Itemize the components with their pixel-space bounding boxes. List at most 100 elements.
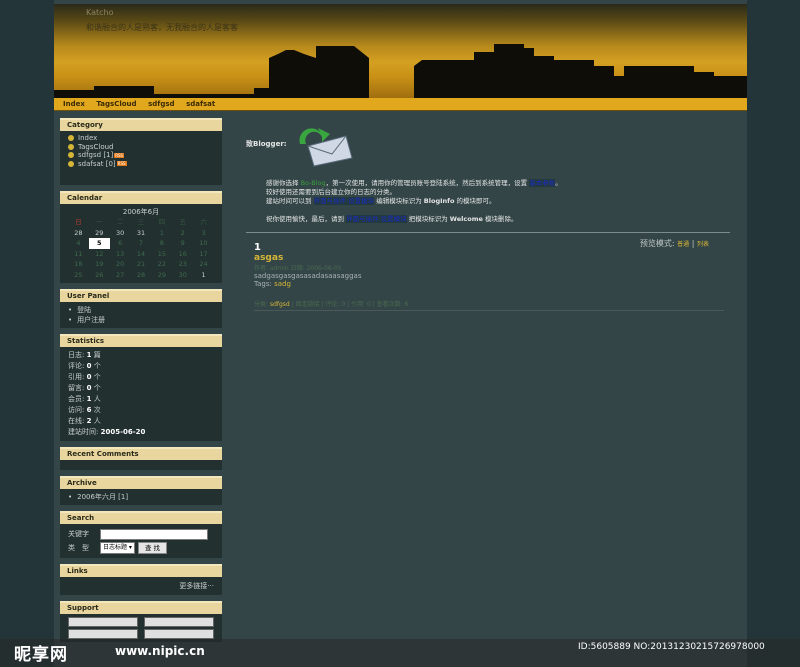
- support-badge[interactable]: [68, 617, 138, 627]
- page: Katcho 和谐融合的人是熟客，无我融合的人是客客 Index TagsClo…: [54, 0, 747, 667]
- nav-item-sdfgsd[interactable]: sdfgsd: [148, 98, 174, 110]
- calendar-day[interactable]: 11: [68, 249, 89, 260]
- category-item[interactable]: sdfgsd [1] RSS: [68, 151, 214, 160]
- category-item[interactable]: sdafsat [0] RSS: [68, 160, 214, 169]
- calendar-day[interactable]: 8: [151, 238, 172, 249]
- calendar-day[interactable]: 16: [172, 249, 193, 260]
- calendar-weekday: 三: [137, 218, 145, 226]
- post-title[interactable]: asgas: [254, 253, 724, 263]
- calendar-day[interactable]: 25: [68, 270, 89, 281]
- support-badge[interactable]: [144, 629, 214, 639]
- login-link[interactable]: 登陆: [68, 305, 214, 315]
- calendar-weekday: 六: [200, 218, 207, 226]
- category-item[interactable]: TagsCloud: [68, 143, 214, 152]
- calendar-weekday: 一: [96, 218, 103, 226]
- welcome-link[interactable]: 界面与插件·设置模块: [313, 197, 375, 205]
- calendar-weekday: 五: [179, 218, 186, 226]
- stat-label: 日志:: [68, 351, 87, 359]
- stat-label: 在线:: [68, 417, 87, 425]
- nav-item-sdafsat[interactable]: sdafsat: [186, 98, 215, 110]
- user-panel-box: User Panel 登陆 用户注册: [60, 289, 222, 328]
- register-link[interactable]: 用户注册: [68, 315, 214, 325]
- calendar-day[interactable]: 30: [172, 270, 193, 281]
- calendar-day[interactable]: 21: [131, 259, 152, 270]
- search-type-select[interactable]: 日志标题 ▾: [100, 542, 135, 554]
- calendar-day[interactable]: 2: [172, 228, 193, 239]
- type-label: 类 型: [68, 544, 89, 552]
- support-badge[interactable]: [144, 617, 214, 627]
- calendar-day[interactable]: 28: [68, 228, 89, 239]
- stat-row: 在线: 2 人: [68, 416, 214, 427]
- calendar-day[interactable]: 29: [151, 270, 172, 281]
- calendar-day[interactable]: 18: [68, 259, 89, 270]
- support-badge[interactable]: [68, 629, 138, 639]
- divider: [254, 310, 724, 311]
- search-button[interactable]: 查 找: [137, 542, 168, 554]
- calendar-day[interactable]: 27: [110, 270, 131, 281]
- links-title: Links: [60, 564, 222, 577]
- calendar-day[interactable]: 23: [172, 259, 193, 270]
- post-tags: Tags: sadg: [254, 280, 291, 288]
- calendar-day[interactable]: 20: [110, 259, 131, 270]
- calendar-box: Calendar 2006年6月 日一二三四五六 28 29 30 31 1 2 3 4 5 6 7 8…: [60, 191, 222, 283]
- calendar-day[interactable]: 9: [172, 238, 193, 249]
- rss-icon[interactable]: RSS: [114, 152, 125, 158]
- calendar-day[interactable]: 22: [151, 259, 172, 270]
- welcome-link[interactable]: 界面与插件·设置模块: [346, 215, 407, 223]
- calendar-day[interactable]: 14: [131, 249, 152, 260]
- welcome-link[interactable]: 基本参数: [529, 179, 556, 187]
- category-box: Category Index TagsCloud sdfgsd [1] RSS s…: [60, 118, 222, 185]
- view-mode-normal[interactable]: 普通: [677, 241, 689, 248]
- nav-item-index[interactable]: Index: [63, 98, 85, 110]
- calendar-day[interactable]: 3: [193, 228, 214, 239]
- calendar-day[interactable]: 29: [89, 228, 110, 239]
- welcome-link[interactable]: Bo-Blog: [301, 179, 326, 187]
- watermark-url: www.nipic.cn: [115, 644, 205, 658]
- site-description: 和谐融合的人是熟客，无我融合的人是客客: [86, 23, 238, 32]
- calendar-day[interactable]: 4: [68, 238, 89, 249]
- calendar-day[interactable]: 17: [193, 249, 214, 260]
- category-item[interactable]: Index: [68, 134, 214, 143]
- nav-item-tagscloud[interactable]: TagsCloud: [96, 98, 136, 110]
- view-mode: 预览模式: 普通 | 列表: [639, 239, 709, 248]
- support-title: Support: [60, 601, 222, 614]
- post-body: sadgasgasgasasadasaasaggas: [254, 272, 362, 280]
- calendar-day[interactable]: 19: [89, 259, 110, 270]
- post-category-link[interactable]: sdfgsd: [270, 301, 290, 308]
- calendar-day[interactable]: 26: [89, 270, 110, 281]
- category-title: Category: [60, 118, 222, 131]
- calendar-day[interactable]: 10: [193, 238, 214, 249]
- folder-icon: [68, 135, 74, 142]
- search-input[interactable]: [100, 528, 208, 540]
- stat-label: 建站时间:: [68, 428, 101, 436]
- calendar-day[interactable]: 1: [151, 228, 172, 239]
- calendar-day[interactable]: 1: [193, 270, 214, 281]
- stat-unit: 人: [91, 417, 101, 425]
- stat-unit: 个: [91, 362, 101, 370]
- site-title[interactable]: Katcho: [86, 8, 114, 17]
- stat-row: 访问: 6 次: [68, 405, 214, 416]
- folder-icon: [68, 160, 74, 167]
- calendar-day[interactable]: 31: [131, 228, 152, 239]
- calendar-day[interactable]: 13: [110, 249, 131, 260]
- view-mode-list[interactable]: 列表: [697, 241, 709, 248]
- calendar-day[interactable]: 7: [131, 238, 152, 249]
- calendar-day[interactable]: 24: [193, 259, 214, 270]
- calendar-day[interactable]: 6: [110, 238, 131, 249]
- city-skyline-image: [54, 44, 747, 98]
- calendar-day[interactable]: 28: [131, 270, 152, 281]
- calendar-grid: 日一二三四五六 28 29 30 31 1 2 3 4 5 6 7 8 9 10 11 12 13 14 15 16 17…: [68, 217, 214, 280]
- calendar-day[interactable]: 5: [88, 238, 110, 249]
- search-title: Search: [60, 511, 222, 524]
- calendar-day[interactable]: 12: [89, 249, 110, 260]
- welcome-line: [266, 206, 726, 215]
- archive-item[interactable]: 2006年六月 [1]: [68, 492, 214, 502]
- calendar-day[interactable]: 15: [151, 249, 172, 260]
- rss-icon[interactable]: RSS: [116, 161, 127, 167]
- post-meta: 作者: admin 日期: 2006-06-05: [254, 265, 342, 272]
- tag-link[interactable]: sadg: [274, 280, 291, 288]
- stat-unit: 次: [91, 406, 101, 414]
- more-links[interactable]: 更多链接···: [68, 580, 214, 592]
- stat-value: 2005-06-20: [100, 428, 146, 436]
- calendar-day[interactable]: 30: [110, 228, 131, 239]
